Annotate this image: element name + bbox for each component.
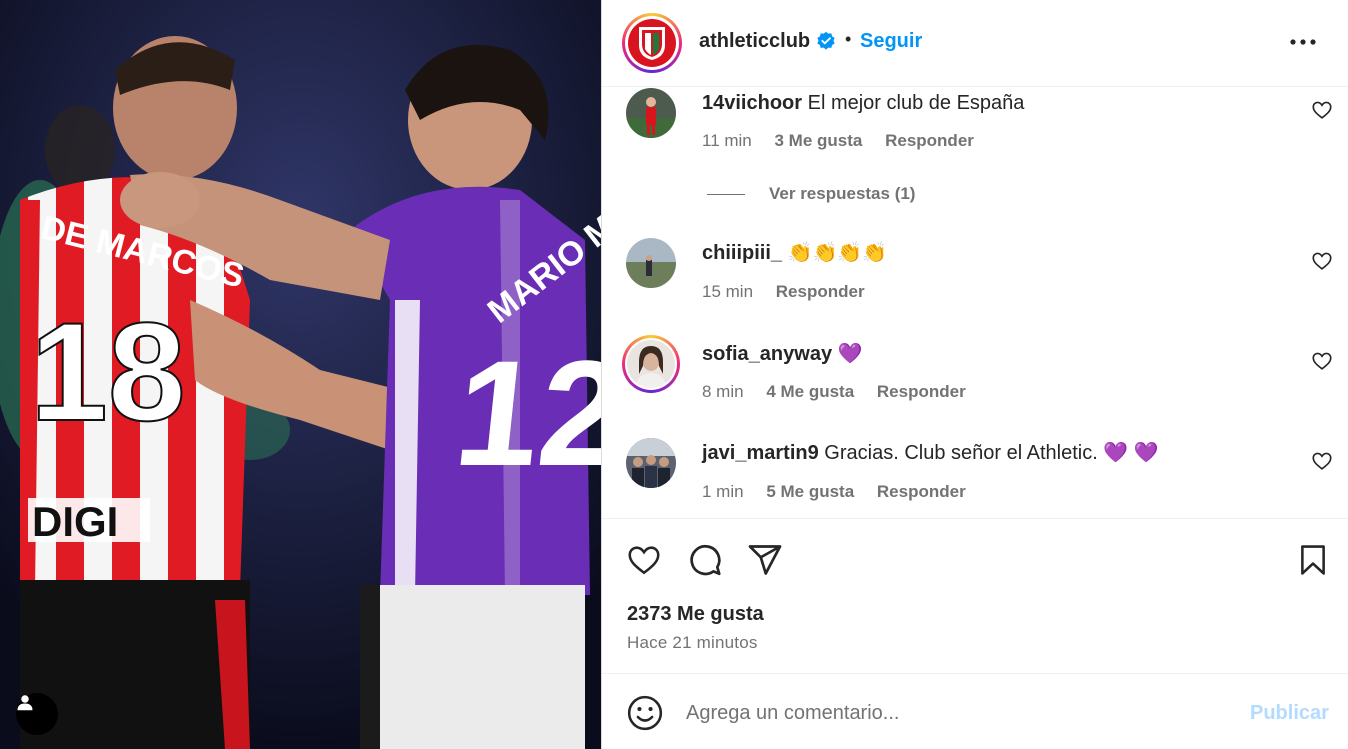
save-button[interactable] (1294, 541, 1332, 579)
likes-count[interactable]: 2373 Me gusta (627, 603, 764, 626)
club-crest-icon (639, 27, 665, 60)
publish-button[interactable]: Publicar (1250, 702, 1329, 725)
view-replies-button[interactable]: Ver respuestas (1) (707, 184, 915, 204)
commenter-avatar[interactable] (626, 438, 676, 488)
comment-button[interactable] (686, 541, 724, 579)
comment-input[interactable] (686, 696, 1226, 730)
comment-composer: Publicar (602, 673, 1348, 749)
reply-button[interactable]: Responder (877, 482, 966, 501)
commenter-avatar[interactable] (626, 238, 676, 288)
commenter-avatar[interactable] (626, 88, 676, 138)
comment-likes[interactable]: 5 Me gusta (766, 482, 854, 501)
post-header: athleticclub • Seguir (602, 0, 1348, 87)
reply-button[interactable]: Responder (877, 382, 966, 401)
comment-likes[interactable]: 4 Me gusta (766, 382, 854, 401)
replies-divider (707, 193, 745, 195)
comment-text: Gracias. Club señor el Athletic. 💜 💜 (824, 442, 1159, 464)
follow-button[interactable]: Seguir (860, 30, 922, 53)
more-options-button[interactable] (1285, 28, 1321, 56)
post-actions: 2373 Me gusta Hace 21 minutos (602, 518, 1348, 673)
comment-username[interactable]: javi_martin9 (702, 442, 819, 464)
left-jersey-number: 18 (30, 293, 186, 450)
share-button[interactable] (746, 541, 784, 579)
comment-heart-icon[interactable] (1311, 350, 1333, 372)
comment-heart-icon[interactable] (1311, 99, 1333, 121)
comments-list[interactable]: 14viichoor El mejor club de España 11 mi… (602, 88, 1348, 518)
post-image: DE MARCOS 18 DIGI MARIO MA 12 (0, 0, 601, 749)
comment-username[interactable]: chiiipiii_ (702, 242, 782, 264)
comment-text: El mejor club de España (807, 92, 1025, 114)
commenter-avatar-story[interactable] (622, 335, 680, 393)
comment-time[interactable]: 8 min (702, 382, 744, 401)
bookmark-icon (1301, 545, 1325, 575)
view-replies-label: Ver respuestas (1) (769, 184, 916, 203)
more-options-icon (1290, 39, 1316, 45)
reply-button[interactable]: Responder (776, 282, 865, 301)
separator-dot: • (845, 29, 852, 49)
comment-text: 👏👏👏👏 (787, 242, 888, 264)
like-button[interactable] (625, 541, 663, 579)
user-tag-icon (17, 695, 33, 711)
author-username[interactable]: athleticclub (699, 30, 810, 53)
comment-time[interactable]: 11 min (702, 131, 752, 150)
comment-icon (690, 544, 721, 576)
reply-button[interactable]: Responder (885, 131, 974, 150)
comment-text: 💜 (837, 343, 863, 365)
post-details-panel: athleticclub • Seguir 14viichoor El mejo… (601, 0, 1348, 749)
comment-time[interactable]: 1 min (702, 482, 744, 501)
post-photo[interactable]: DE MARCOS 18 DIGI MARIO MA 12 (0, 0, 601, 749)
comment-likes[interactable]: 3 Me gusta (775, 131, 863, 150)
author-avatar[interactable] (622, 13, 682, 73)
user-tag-button[interactable] (16, 693, 58, 735)
share-icon (748, 545, 782, 575)
heart-icon (628, 546, 660, 575)
verified-badge-icon (817, 31, 835, 50)
comment-username[interactable]: sofia_anyway (702, 343, 832, 365)
comment-heart-icon[interactable] (1311, 250, 1333, 272)
emoji-icon[interactable] (626, 694, 664, 732)
left-sponsor: DIGI (32, 498, 118, 545)
right-jersey-number: 12 (448, 329, 601, 497)
comment-username[interactable]: 14viichoor (702, 92, 802, 114)
post-timestamp[interactable]: Hace 21 minutos (627, 633, 758, 653)
comment-heart-icon[interactable] (1311, 450, 1333, 472)
comment-time[interactable]: 15 min (702, 282, 753, 301)
